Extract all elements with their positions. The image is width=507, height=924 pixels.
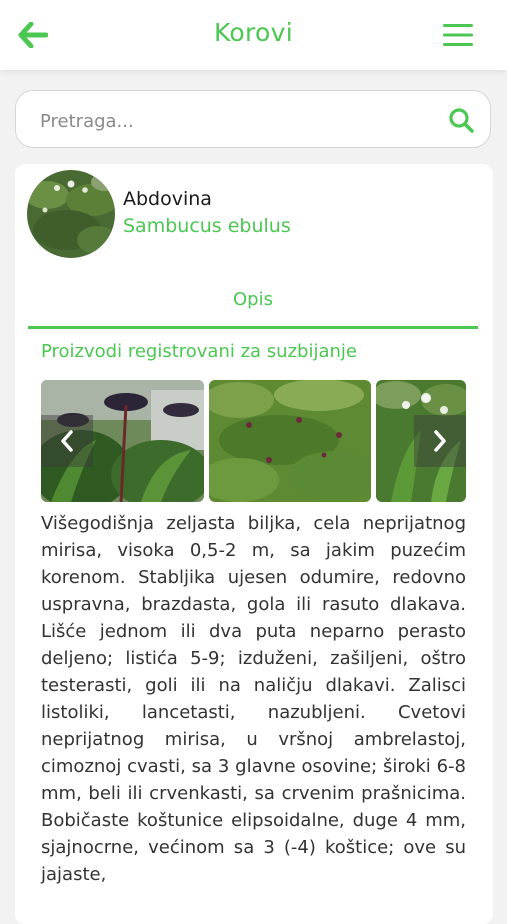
menu-button[interactable] [443, 24, 473, 46]
image-carousel [41, 380, 466, 502]
top-app-bar: Korovi [0, 0, 507, 70]
chevron-left-icon [61, 430, 73, 452]
search-icon[interactable] [448, 107, 474, 133]
tab-opis[interactable]: Opis [28, 282, 478, 329]
carousel-next-button[interactable] [414, 415, 466, 467]
chevron-right-icon [434, 430, 446, 452]
search-bar [15, 90, 491, 148]
search-input[interactable] [38, 105, 422, 137]
plant-latin-name: Sambucus ebulus [123, 215, 291, 237]
page-title: Korovi [213, 18, 293, 47]
plant-common-name: Abdovina [123, 188, 212, 210]
plant-avatar [27, 170, 115, 258]
plant-photo-field [209, 380, 371, 502]
plant-detail-card: Abdovina Sambucus ebulus Opis Proizvodi … [15, 164, 493, 924]
hamburger-menu-icon [443, 24, 473, 46]
registered-products-link[interactable]: Proizvodi registrovani za suzbijanje [41, 341, 357, 362]
carousel-prev-button[interactable] [41, 415, 93, 467]
plant-description: Višegodišnja zeljasta biljka, cela nepri… [41, 513, 466, 885]
